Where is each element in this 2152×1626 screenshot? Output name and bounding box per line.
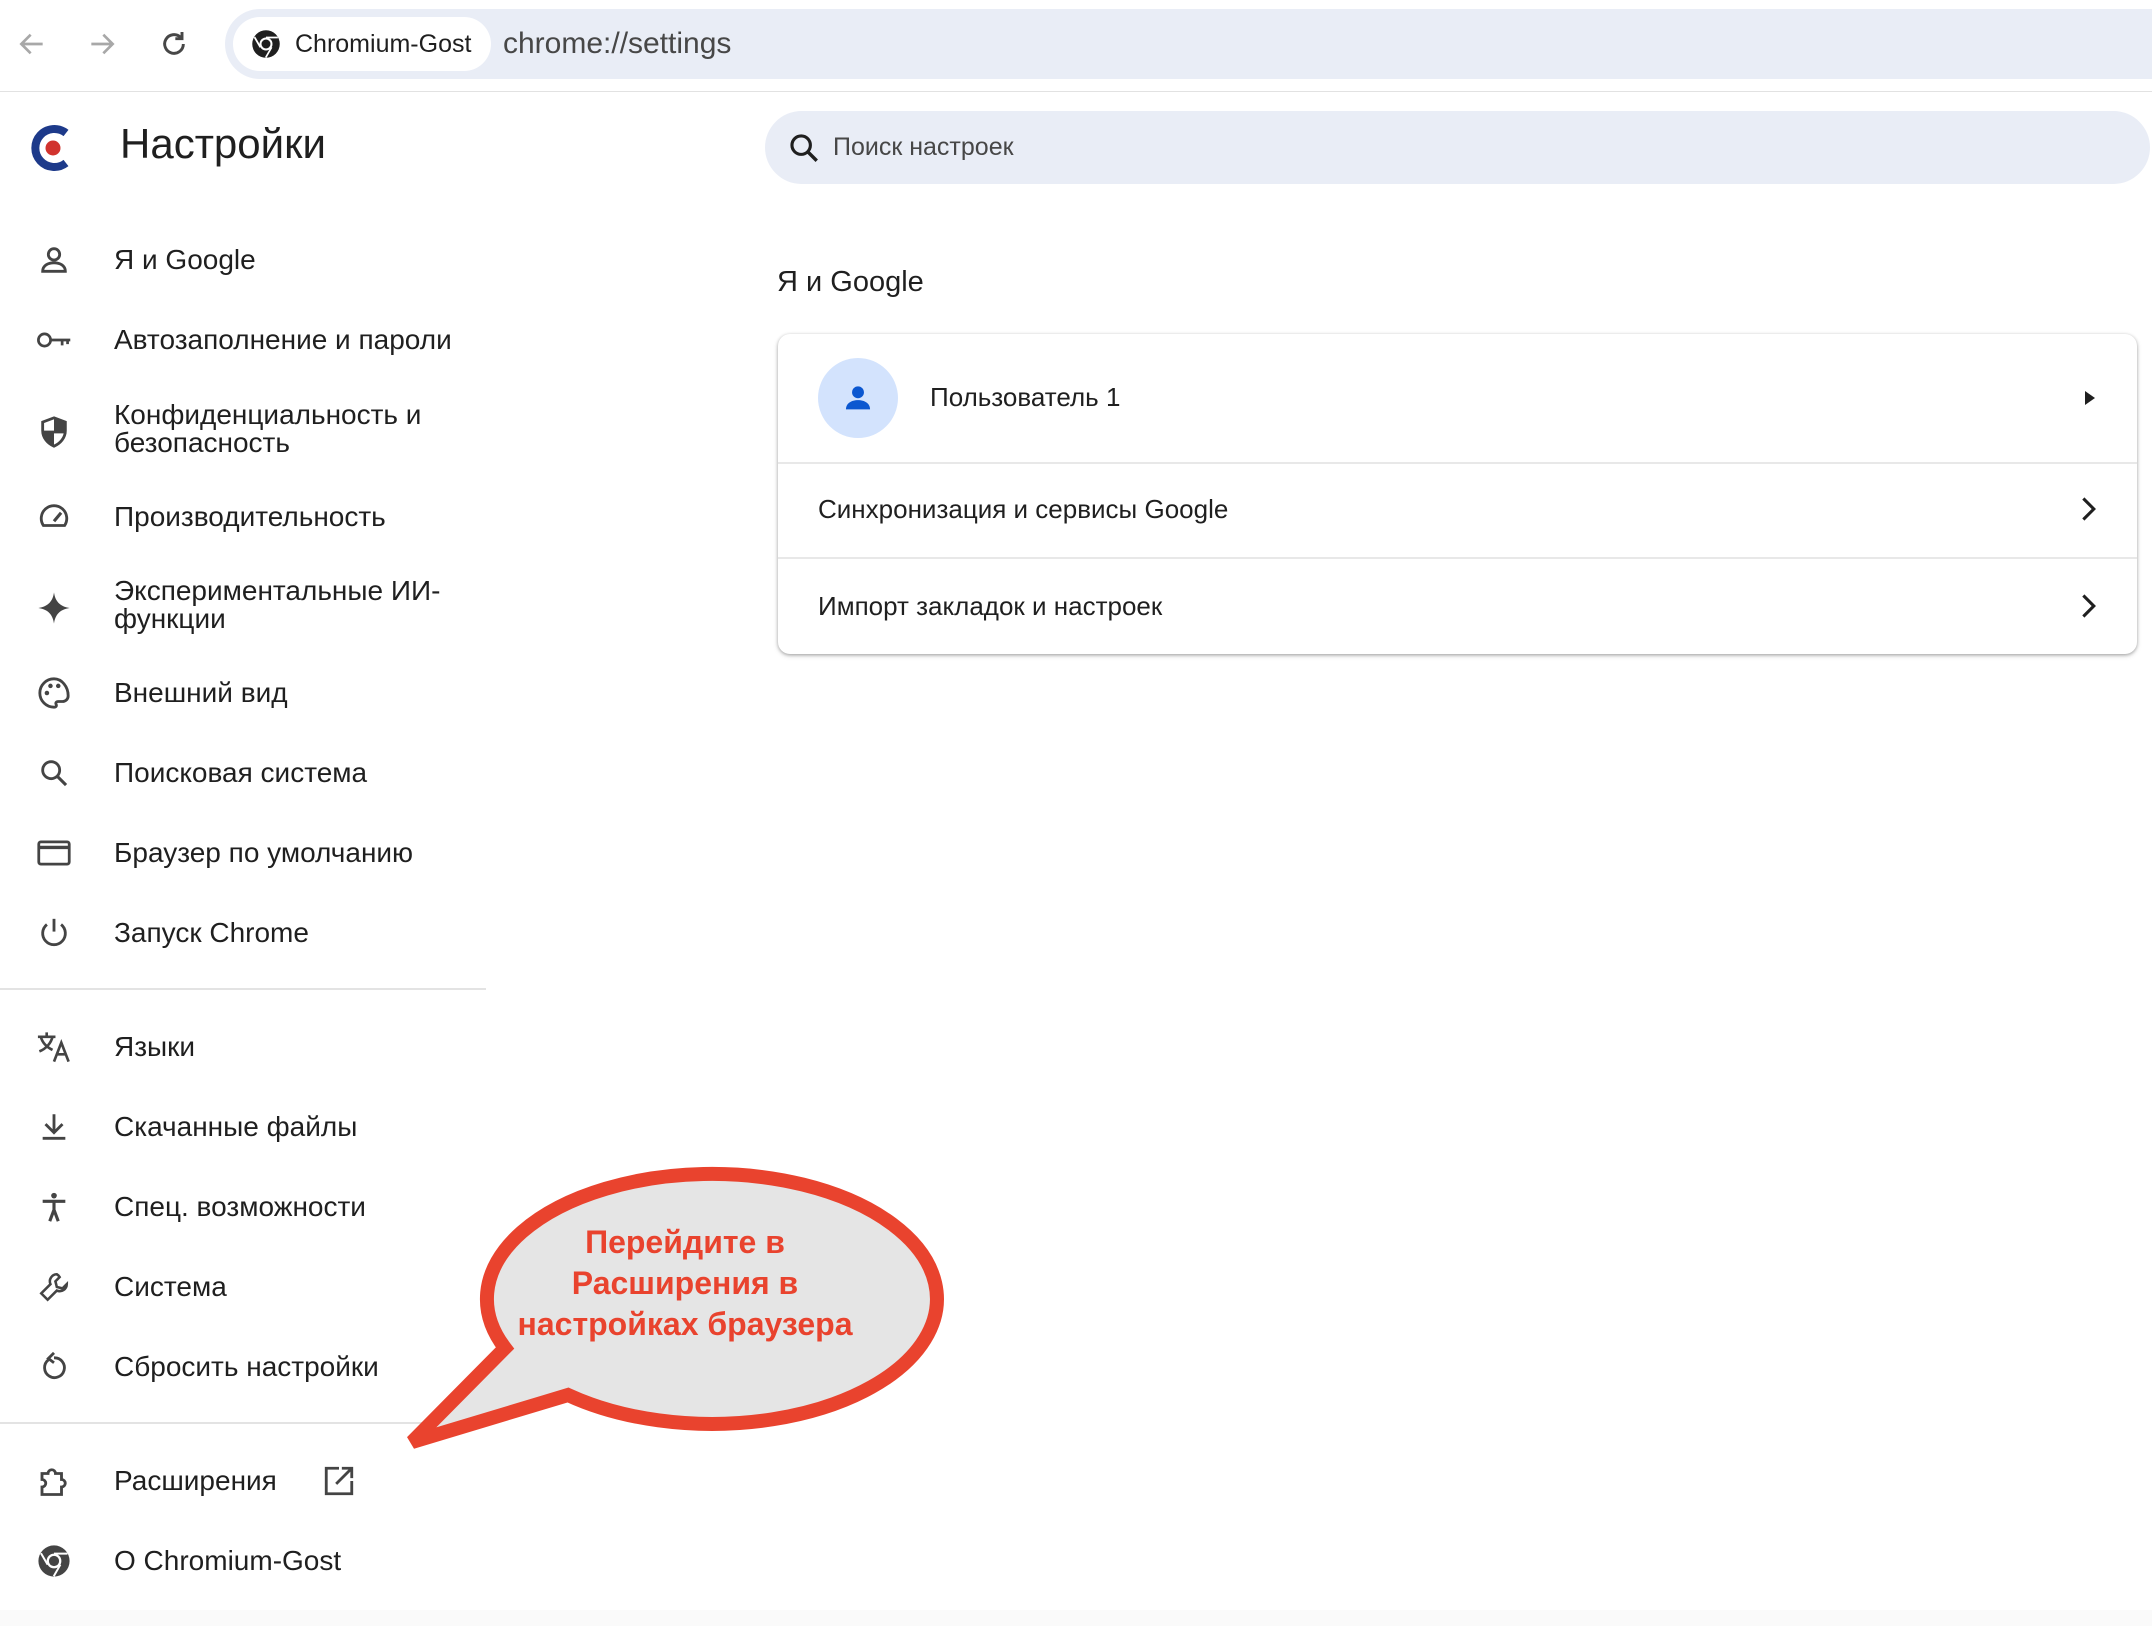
bottom-edge: [0, 1610, 2152, 1626]
callout-line: Перейдите в: [585, 1224, 785, 1260]
callout-bubble: [407, 1166, 944, 1449]
callout-text: Перейдите в Расширения в настройках брау…: [490, 1222, 880, 1345]
callout-line: настройках браузера: [517, 1306, 853, 1342]
callout-line: Расширения в: [571, 1265, 799, 1301]
